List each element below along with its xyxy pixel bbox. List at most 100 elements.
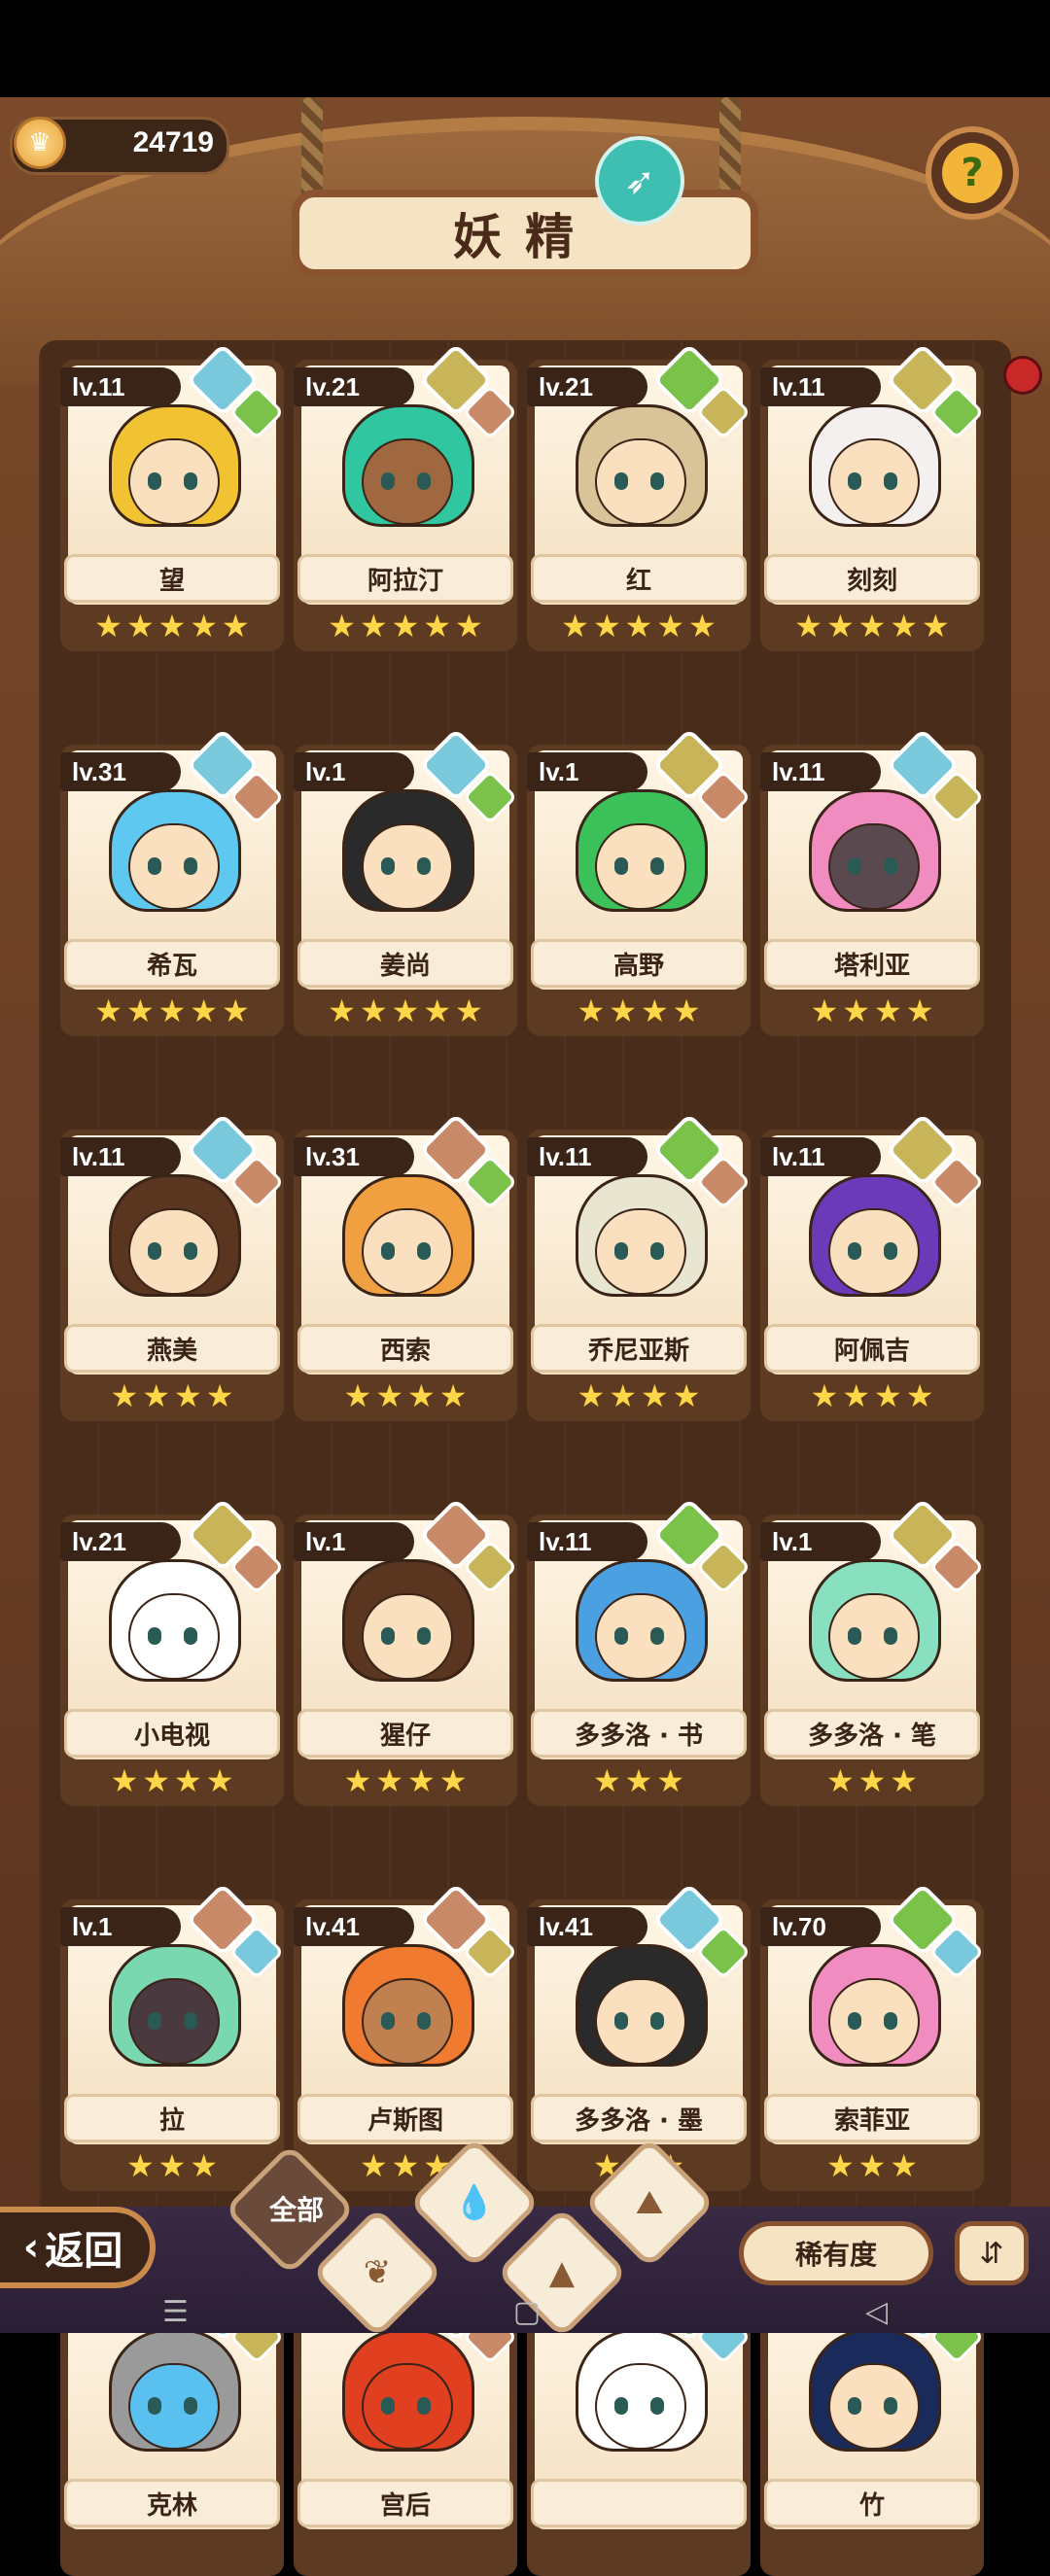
star-icon: ★ bbox=[890, 2147, 919, 2184]
back-button[interactable]: ‹ 返回 bbox=[0, 2207, 156, 2288]
star-icon: ★ bbox=[842, 992, 870, 1029]
star-rating: ★ ★ ★ ★ ★ bbox=[60, 992, 284, 1030]
fairy-card[interactable]: lv.11 刻刻 ★ ★ ★ ★ ★ bbox=[760, 342, 985, 651]
star-icon: ★ bbox=[905, 992, 934, 1029]
star-icon: ★ bbox=[794, 608, 822, 644]
fairy-portrait bbox=[804, 1944, 941, 2090]
menu-icon[interactable]: ☰ bbox=[162, 2295, 189, 2329]
star-icon: ★ bbox=[190, 608, 219, 644]
back-triangle-icon[interactable]: ◁ bbox=[865, 2295, 888, 2329]
star-icon: ★ bbox=[391, 608, 420, 644]
fairy-card[interactable]: lv.1 拉 ★ ★ ★ bbox=[60, 1882, 285, 2191]
fairy-level: lv.41 bbox=[294, 1907, 414, 1946]
star-icon: ★ bbox=[142, 1377, 170, 1414]
star-icon: ★ bbox=[438, 1377, 468, 1414]
fairy-level: lv.11 bbox=[760, 1137, 881, 1176]
fairy-card[interactable]: lv.11 塔利亚 ★ ★ ★ ★ bbox=[760, 727, 985, 1036]
fairy-portrait bbox=[337, 404, 474, 550]
rocket-button[interactable]: ➶ bbox=[595, 136, 684, 226]
star-rating: ★ ★ ★ ★ bbox=[294, 1761, 517, 1800]
rarity-sort-button[interactable]: 稀有度 bbox=[739, 2221, 933, 2285]
back-label: 返回 bbox=[45, 2229, 123, 2274]
star-rating: ★ ★ ★ ★ bbox=[294, 1376, 517, 1415]
fairy-name: 卢斯图 bbox=[298, 2094, 513, 2142]
fairy-name: 乔尼亚斯 bbox=[531, 1324, 747, 1373]
fairy-portrait bbox=[104, 1174, 241, 1320]
fairy-name: 阿拉汀 bbox=[298, 554, 513, 603]
fairy-level: lv.11 bbox=[760, 367, 881, 406]
star-icon: ★ bbox=[825, 608, 855, 644]
star-icon: ★ bbox=[656, 1762, 685, 1799]
fairy-card[interactable]: lv.11 多多洛 · 书 ★ ★ ★ bbox=[527, 1497, 752, 1806]
fairy-portrait bbox=[571, 1944, 708, 2090]
star-rating bbox=[60, 2531, 284, 2570]
star-rating: ★ ★ ★ ★ bbox=[60, 1376, 284, 1415]
fairy-card[interactable]: lv.1 多多洛 · 笔 ★ ★ ★ bbox=[760, 1497, 985, 1806]
fairy-card[interactable]: lv.21 阿拉汀 ★ ★ ★ ★ ★ bbox=[294, 342, 518, 651]
star-icon: ★ bbox=[359, 2147, 388, 2184]
fairy-name: 希瓦 bbox=[64, 939, 280, 988]
fairy-portrait bbox=[104, 404, 241, 550]
status-bar bbox=[0, 0, 1050, 97]
fairy-portrait bbox=[104, 1559, 241, 1705]
fairy-level: lv.11 bbox=[760, 752, 881, 791]
fairy-card[interactable]: lv.1 猩仔 ★ ★ ★ ★ bbox=[294, 1497, 518, 1806]
star-icon: ★ bbox=[438, 1762, 468, 1799]
home-icon[interactable]: ▢ bbox=[513, 2295, 541, 2329]
fairy-level: lv.41 bbox=[527, 1907, 648, 1946]
fairy-level: lv.1 bbox=[294, 752, 414, 791]
fairy-name: 刻刻 bbox=[764, 554, 980, 603]
star-icon: ★ bbox=[125, 992, 155, 1029]
star-icon: ★ bbox=[158, 608, 187, 644]
fairy-level: lv.11 bbox=[527, 1522, 648, 1561]
rarity-label: 稀有度 bbox=[794, 2239, 877, 2271]
system-nav-bar: ☰ ▢ ◁ bbox=[0, 2290, 1050, 2333]
fairy-card[interactable]: lv.31 西索 ★ ★ ★ ★ bbox=[294, 1112, 518, 1421]
fairy-name: 多多洛 · 笔 bbox=[764, 1709, 980, 1758]
star-icon: ★ bbox=[142, 1762, 170, 1799]
star-icon: ★ bbox=[577, 1377, 606, 1414]
star-icon: ★ bbox=[858, 1762, 887, 1799]
help-button[interactable]: ? bbox=[926, 126, 1019, 220]
fairy-card[interactable]: lv.11 阿佩吉 ★ ★ ★ ★ bbox=[760, 1112, 985, 1421]
fairy-card[interactable]: lv.1 高野 ★ ★ ★ ★ bbox=[527, 727, 752, 1036]
star-icon: ★ bbox=[609, 992, 637, 1029]
star-rating: ★ ★ ★ ★ ★ bbox=[760, 607, 984, 645]
fairy-level: lv.31 bbox=[60, 752, 181, 791]
star-icon: ★ bbox=[222, 992, 250, 1029]
fairy-card[interactable]: lv.11 乔尼亚斯 ★ ★ ★ ★ bbox=[527, 1112, 752, 1421]
sort-icon: ⇵ bbox=[979, 2236, 1004, 2271]
fairy-portrait bbox=[804, 1559, 941, 1705]
fairy-level: lv.11 bbox=[527, 1137, 648, 1176]
fairy-card[interactable]: lv.70 索菲亚 ★ ★ ★ bbox=[760, 1882, 985, 2191]
fairy-card[interactable]: lv.31 希瓦 ★ ★ ★ ★ ★ bbox=[60, 727, 285, 1036]
star-icon: ★ bbox=[592, 608, 621, 644]
fairy-card[interactable]: lv.1 姜尚 ★ ★ ★ ★ ★ bbox=[294, 727, 518, 1036]
crown-coin-icon: ♛ bbox=[14, 117, 66, 169]
fairy-name: 拉 bbox=[64, 2094, 280, 2142]
fairy-level: lv.70 bbox=[760, 1907, 881, 1946]
star-icon: ★ bbox=[174, 1762, 202, 1799]
star-rating: ★ ★ ★ ★ ★ bbox=[294, 992, 517, 1030]
sort-order-button[interactable]: ⇵ bbox=[955, 2221, 1029, 2285]
star-icon: ★ bbox=[125, 2147, 155, 2184]
fairy-card[interactable]: lv.21 小电视 ★ ★ ★ ★ bbox=[60, 1497, 285, 1806]
fairy-card[interactable]: lv.11 燕美 ★ ★ ★ ★ bbox=[60, 1112, 285, 1421]
fairy-portrait bbox=[804, 789, 941, 935]
question-sprout-icon: ? bbox=[942, 143, 1002, 203]
star-icon: ★ bbox=[158, 992, 187, 1029]
star-icon: ★ bbox=[158, 2147, 187, 2184]
ladybug-icon[interactable] bbox=[1003, 356, 1042, 395]
fairy-portrait bbox=[337, 1559, 474, 1705]
fairy-name: 竹 bbox=[764, 2479, 980, 2527]
star-icon: ★ bbox=[874, 992, 902, 1029]
fairy-card[interactable]: lv.11 望 ★ ★ ★ ★ ★ bbox=[60, 342, 285, 651]
filter-all-label: 全部 bbox=[268, 2194, 324, 2226]
star-rating: ★★★ bbox=[760, 1761, 984, 1800]
fairy-portrait bbox=[337, 2329, 474, 2475]
fairy-card[interactable]: lv.21 红 ★ ★ ★ ★ ★ bbox=[527, 342, 752, 651]
fairy-portrait bbox=[571, 789, 708, 935]
star-icon: ★ bbox=[641, 992, 669, 1029]
fairy-portrait bbox=[571, 404, 708, 550]
star-icon: ★ bbox=[190, 2147, 219, 2184]
